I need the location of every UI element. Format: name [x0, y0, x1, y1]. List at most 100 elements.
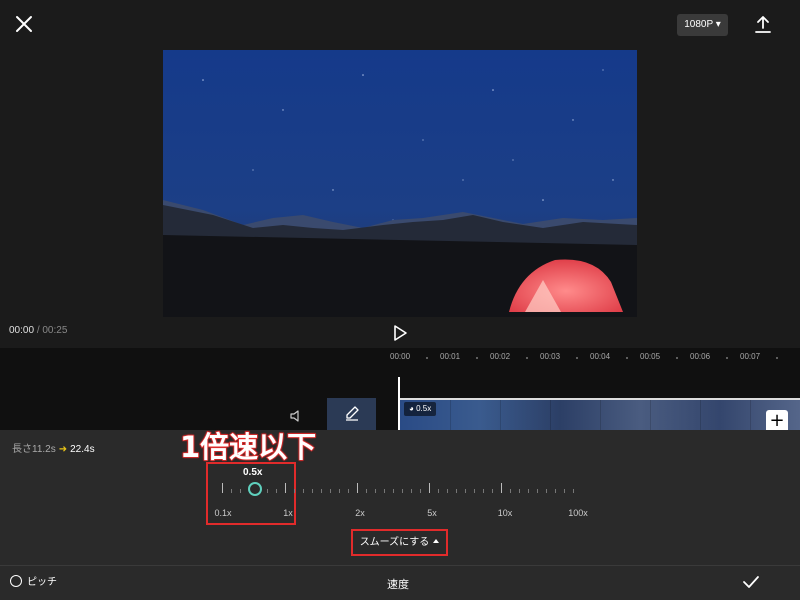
speed-tick-label: 0.1x [214, 508, 232, 518]
slider-tick [402, 489, 403, 493]
slider-tick [528, 489, 529, 493]
ruler-label: 00:04 [590, 352, 611, 361]
video-preview [163, 50, 637, 317]
panel-title: 速度 [387, 578, 409, 591]
divider [0, 565, 800, 566]
playhead[interactable] [398, 377, 400, 430]
slider-tick [456, 489, 457, 493]
speed-slider[interactable] [222, 481, 580, 497]
smooth-button[interactable]: スムーズにする [351, 529, 448, 556]
slider-tick [357, 483, 358, 493]
plus-icon: + [769, 410, 785, 431]
chevron-down-icon: ▾ [715, 19, 721, 30]
radio-circle-icon [10, 575, 22, 587]
clip-speed-label: 0.5x [416, 404, 432, 413]
arrow-right-icon: ➜ [58, 444, 68, 455]
slider-tick [519, 489, 520, 493]
slider-tick [330, 489, 331, 493]
clip-frame [450, 400, 501, 432]
duration-original: 長さ11.2s [12, 444, 56, 455]
video-clip[interactable] [400, 398, 800, 432]
slider-tick [267, 489, 268, 493]
ruler-label: 00:00 [390, 352, 411, 361]
pitch-toggle[interactable]: ピッチ [10, 575, 57, 589]
time-separator: / [36, 325, 40, 336]
slider-tick [411, 489, 412, 493]
slider-tick [312, 489, 313, 493]
ruler-label: 00:02 [490, 352, 511, 361]
speed-slider-knob[interactable] [248, 482, 262, 496]
clip-frame [600, 400, 651, 432]
duration-info: 長さ11.2s ➜ 22.4s [12, 440, 95, 455]
timeline-ruler: 00:00 00:01 00:02 00:03 00:04 00:05 00:0… [390, 352, 800, 366]
add-clip-button[interactable]: + [766, 410, 788, 431]
slider-tick [348, 489, 349, 493]
slider-tick [420, 489, 421, 493]
ruler-label: 00:03 [540, 352, 561, 361]
clip-speed-badge: ◕ 0.5x [404, 402, 437, 416]
annotation-label: 1倍速以下 [179, 429, 317, 465]
ruler-label: 00:05 [640, 352, 661, 361]
slider-tick [438, 489, 439, 493]
slider-tick [501, 483, 502, 493]
slider-tick [366, 489, 367, 493]
slider-tick [573, 489, 574, 493]
speed-tick-label: 5x [427, 508, 437, 518]
time-readout: 00:00 / 00:25 [9, 325, 67, 336]
ruler-label: 00:07 [740, 352, 761, 361]
ruler-dot [476, 357, 478, 359]
clip-frame [500, 400, 551, 432]
slider-tick [294, 489, 295, 493]
speed-tick-label: 100x [568, 508, 588, 518]
ruler-label: 00:01 [440, 352, 461, 361]
slider-tick [429, 483, 430, 493]
speed-gauge-icon: ◕ [409, 404, 414, 413]
slider-tick [276, 489, 277, 493]
slider-tick [483, 489, 484, 493]
slider-tick [447, 489, 448, 493]
play-icon[interactable] [392, 324, 408, 342]
ruler-label: 00:06 [690, 352, 711, 361]
resolution-label: 1080P [684, 19, 713, 30]
slider-tick [285, 483, 286, 493]
close-icon[interactable] [12, 12, 36, 36]
slider-tick [474, 489, 475, 493]
slider-tick [303, 489, 304, 493]
speed-tick-label: 1x [283, 508, 293, 518]
ruler-dot [626, 357, 628, 359]
slider-tick [546, 489, 547, 493]
slider-tick [240, 489, 241, 493]
slider-tick [375, 489, 376, 493]
slider-tick [492, 489, 493, 493]
caret-up-icon [433, 539, 440, 543]
ruler-dot [526, 357, 528, 359]
resolution-dropdown[interactable]: 1080P ▾ [677, 14, 728, 36]
slider-tick [555, 489, 556, 493]
ruler-dot [726, 357, 728, 359]
slider-tick [339, 489, 340, 493]
check-icon[interactable] [742, 574, 760, 590]
slider-tick [564, 489, 565, 493]
export-icon[interactable] [752, 14, 774, 36]
slider-tick [537, 489, 538, 493]
total-time: 00:25 [42, 325, 68, 336]
ruler-dot [576, 357, 578, 359]
pitch-label: ピッチ [27, 577, 57, 588]
mute-icon[interactable] [289, 408, 303, 422]
slider-tick [510, 489, 511, 493]
speed-panel [0, 430, 800, 600]
duration-new: 22.4s [70, 444, 95, 455]
slider-tick [384, 489, 385, 493]
clip-frame [550, 400, 601, 432]
smooth-button-label: スムーズにする [359, 537, 430, 548]
current-time: 00:00 [9, 325, 35, 336]
clip-frame [650, 400, 701, 432]
ruler-dot [426, 357, 428, 359]
edit-cover-button[interactable] [327, 398, 376, 430]
current-speed-label: 0.5x [243, 467, 263, 478]
slider-tick [222, 483, 223, 493]
speed-tick-label: 10x [497, 508, 513, 518]
slider-tick [321, 489, 322, 493]
ruler-dot [676, 357, 678, 359]
ruler-dot [776, 357, 778, 359]
